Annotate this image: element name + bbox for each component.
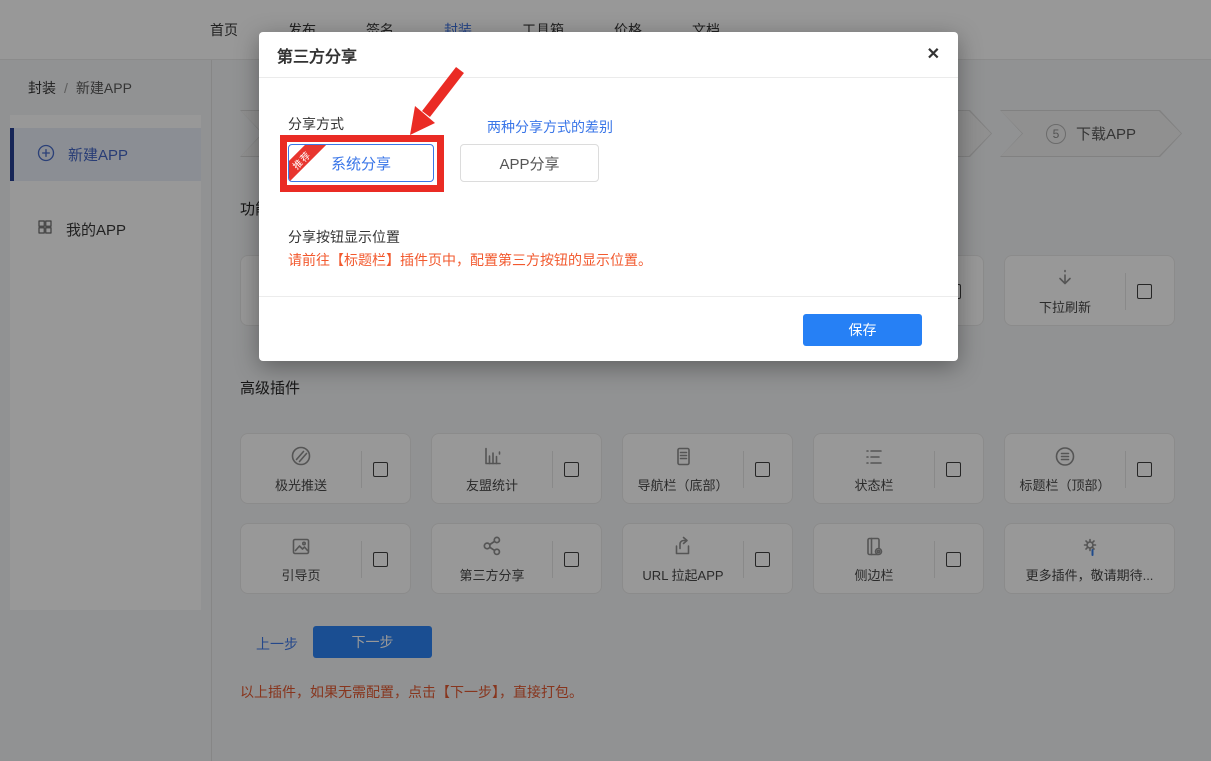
modal-title: 第三方分享 (277, 43, 357, 67)
third-party-share-modal: 第三方分享 ✕ 分享方式 两种分享方式的差别 推荐系统分享APP分享 分享按钮显… (259, 32, 958, 361)
share-position-note: 请前往【标题栏】插件页中，配置第三方按钮的显示位置。 (288, 250, 652, 270)
share-diff-link[interactable]: 两种分享方式的差别 (487, 117, 613, 137)
share-option-label: APP分享 (499, 153, 559, 174)
share-position-label: 分享按钮显示位置 (288, 227, 400, 247)
modal-footer-divider (259, 296, 958, 297)
modal-header: 第三方分享 ✕ (259, 32, 958, 78)
share-method-label: 分享方式 (288, 114, 344, 134)
share-option-APP分享[interactable]: APP分享 (460, 144, 599, 182)
save-button[interactable]: 保存 (803, 314, 922, 346)
close-icon[interactable]: ✕ (927, 47, 940, 63)
annotation-arrow-icon (398, 62, 478, 152)
